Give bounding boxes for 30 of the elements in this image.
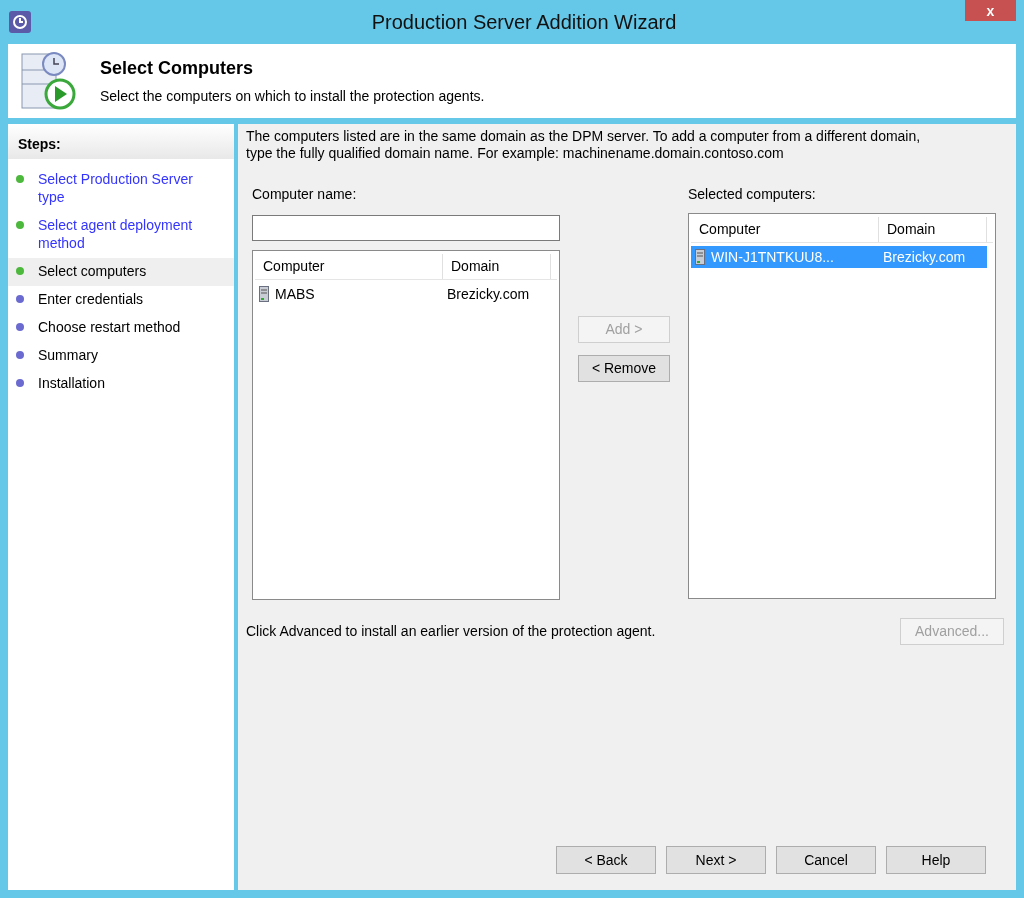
- step-label: Select computers: [38, 262, 147, 280]
- table-cell[interactable]: Brezicky.com: [443, 283, 551, 305]
- step-label: Enter credentials: [38, 290, 144, 308]
- wizard-button[interactable]: Next >: [666, 846, 766, 874]
- app-icon: [8, 10, 32, 34]
- server-icon: [695, 249, 705, 265]
- step-link[interactable]: Select agent deployment method: [38, 216, 208, 252]
- wizard-button[interactable]: Help: [886, 846, 986, 874]
- field-label: Computer name:: [252, 185, 358, 204]
- wizard-button[interactable]: Cancel: [776, 846, 876, 874]
- server-icon: [259, 286, 269, 302]
- page-title: Select Computers: [100, 57, 255, 81]
- column-header[interactable]: Computer: [691, 217, 879, 242]
- advanced-hint: Click Advanced to install an earlier version of the protection agent.: [246, 622, 656, 641]
- action-button[interactable]: < Remove: [578, 355, 670, 382]
- column-header[interactable]: Domain: [879, 217, 987, 242]
- window-title: Production Server Addition Wizard: [371, 11, 677, 33]
- close-button[interactable]: x: [965, 0, 1016, 21]
- step-label: Choose restart method: [38, 318, 181, 336]
- page-subtitle: Select the computers on which to install the protection agents.: [100, 86, 485, 106]
- wizard-button[interactable]: < Back: [556, 846, 656, 874]
- column-header[interactable]: Computer: [255, 254, 443, 279]
- step-label: Installation: [38, 374, 105, 392]
- column-header[interactable]: Domain: [443, 254, 551, 279]
- list-label: Selected computers:: [688, 185, 817, 204]
- table-cell[interactable]: MABS: [255, 283, 443, 305]
- step-label: Summary: [38, 346, 98, 364]
- intro-text: The computers listed are in the same domain as the DPM server. To add a computer from a different domain, type the fully qualified domain name. For example: machinename.domain.contoso.com: [246, 128, 922, 162]
- computer-name-field[interactable]: [252, 215, 560, 241]
- step-link[interactable]: Select Production Server type: [38, 170, 208, 206]
